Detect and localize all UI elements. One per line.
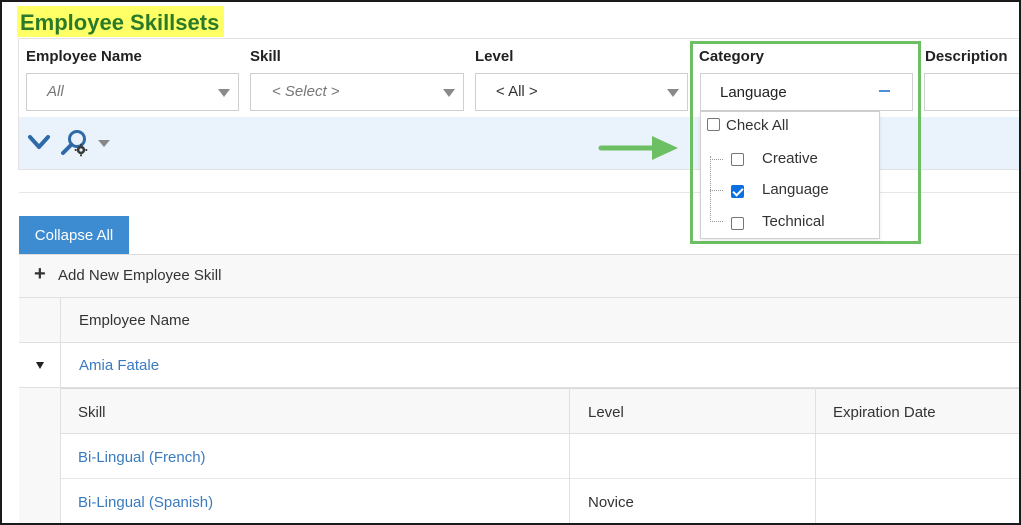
- creative-checkbox[interactable]: [731, 153, 744, 166]
- skill-level: Novice: [588, 494, 634, 511]
- employee-name-link[interactable]: Amia Fatale: [79, 357, 159, 374]
- skills-subgrid-header: Skill Level Expiration Date: [61, 388, 1021, 434]
- check-all-label[interactable]: Check All: [726, 117, 789, 134]
- description-filter-input[interactable]: [924, 73, 1021, 111]
- chevron-down-icon[interactable]: [443, 89, 455, 97]
- collapse-all-button[interactable]: Collapse All: [19, 216, 129, 254]
- technical-checkbox[interactable]: [731, 217, 744, 230]
- employee-name-filter-value: All: [47, 83, 64, 100]
- add-new-employee-skill-link[interactable]: Add New Employee Skill: [58, 267, 221, 284]
- grid-header-row: Employee Name: [19, 298, 1021, 343]
- search-settings-icon[interactable]: [60, 128, 90, 158]
- collapse-dash-icon[interactable]: [879, 90, 890, 92]
- column-header-skill[interactable]: Skill: [78, 404, 106, 421]
- search-options-caret-icon[interactable]: [98, 140, 110, 147]
- level-filter-combo[interactable]: < All >: [475, 73, 688, 111]
- category-dropdown: Check All Creative Language Technical: [700, 111, 880, 239]
- employee-name-filter-label: Employee Name: [26, 48, 142, 65]
- level-filter-value: < All >: [496, 83, 538, 100]
- skill-filter-value: < Select >: [272, 83, 340, 100]
- arrow-right-icon: [598, 136, 678, 160]
- category-option-language[interactable]: Language: [762, 181, 829, 198]
- tree-connector: [710, 190, 723, 191]
- plus-icon[interactable]: +: [34, 264, 46, 284]
- category-filter-value: Language: [720, 84, 787, 101]
- column-header-level[interactable]: Level: [588, 404, 624, 421]
- category-option-technical[interactable]: Technical: [762, 213, 825, 230]
- grid-gutter: [19, 343, 61, 388]
- category-option-creative[interactable]: Creative: [762, 150, 818, 167]
- table-row: Bi-Lingual (French): [61, 434, 1021, 479]
- description-filter-label: Description: [925, 48, 1008, 65]
- add-new-row[interactable]: + Add New Employee Skill: [19, 255, 1021, 298]
- grid-gutter: [19, 298, 61, 343]
- chevron-down-icon[interactable]: [667, 89, 679, 97]
- skill-filter-combo[interactable]: < Select >: [250, 73, 464, 111]
- employee-name-filter-combo[interactable]: All: [26, 73, 239, 111]
- tree-connector: [710, 156, 711, 222]
- column-header-employee-name[interactable]: Employee Name: [79, 312, 190, 329]
- tree-connector: [710, 159, 723, 160]
- category-filter-combo[interactable]: Language: [700, 73, 913, 111]
- page-title: Employee Skillsets: [17, 6, 225, 37]
- level-filter-label: Level: [475, 48, 514, 65]
- check-all-checkbox[interactable]: [707, 118, 720, 131]
- tree-connector: [710, 221, 723, 222]
- table-row: Bi-Lingual (Spanish) Novice: [61, 479, 1021, 525]
- detail-gutter: [19, 388, 61, 525]
- skill-filter-label: Skill: [250, 48, 281, 65]
- skill-link[interactable]: Bi-Lingual (Spanish): [78, 494, 213, 511]
- chevron-down-icon[interactable]: [218, 89, 230, 97]
- employee-row: Amia Fatale: [19, 343, 1021, 388]
- skill-link[interactable]: Bi-Lingual (French): [78, 449, 206, 466]
- category-filter-label: Category: [699, 48, 765, 65]
- language-checkbox[interactable]: [731, 185, 744, 198]
- column-divider: [569, 388, 570, 525]
- column-header-expiration-date[interactable]: Expiration Date: [833, 404, 936, 421]
- column-divider: [815, 388, 816, 525]
- expand-triangle-icon[interactable]: [36, 362, 44, 369]
- chevron-down-icon[interactable]: [27, 134, 51, 152]
